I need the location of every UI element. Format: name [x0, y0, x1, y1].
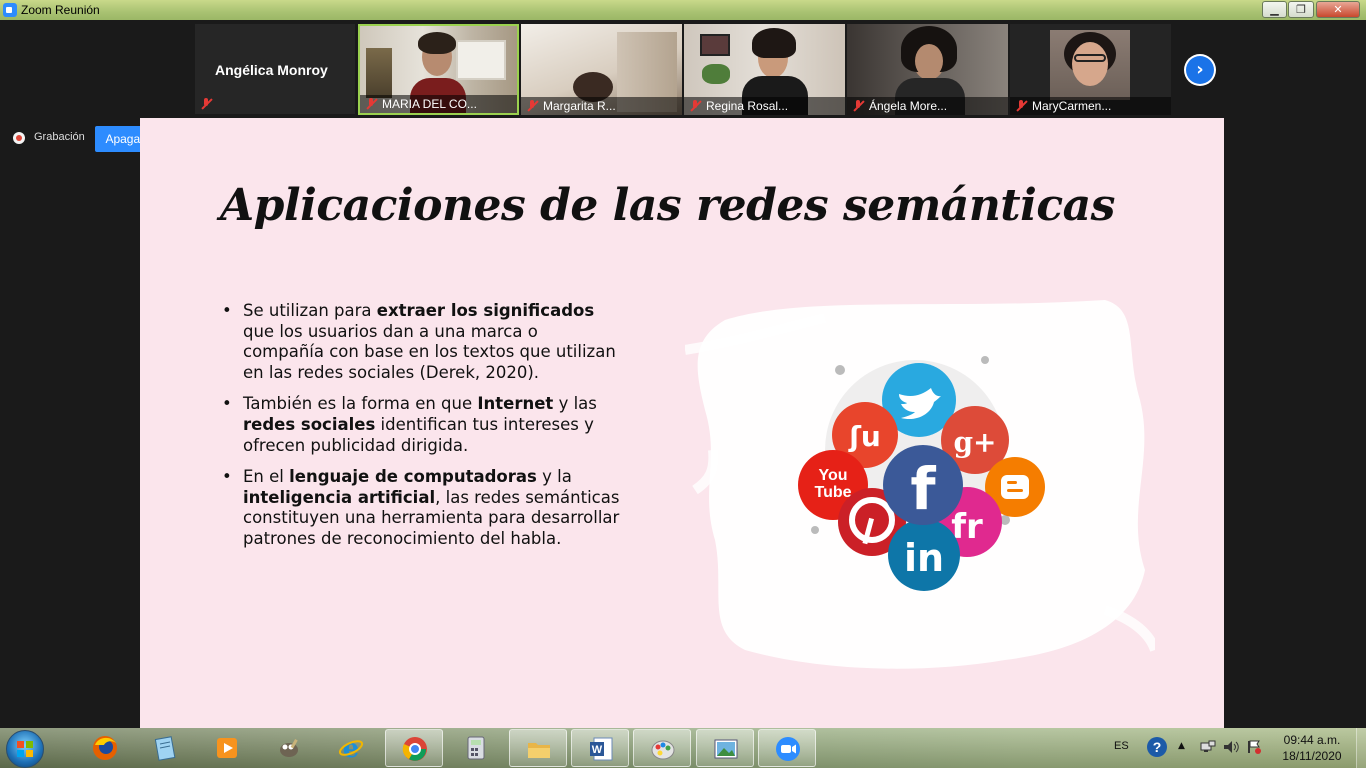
bullet-text: Se utilizan para: [243, 301, 377, 320]
recording-icon: [13, 132, 25, 144]
recording-label: Grabación: [34, 131, 85, 143]
chrome-icon: [402, 737, 427, 761]
windows-logo-icon: [17, 741, 33, 757]
network-icon[interactable]: [1200, 740, 1216, 754]
svg-text:You: You: [818, 467, 847, 484]
bullet-item: Se utilizan para extraer los significado…: [222, 301, 622, 383]
svg-text:g+: g+: [953, 426, 996, 459]
close-button[interactable]: ✕: [1316, 1, 1360, 18]
bullet-item: También es la forma en que Internet y la…: [222, 394, 622, 456]
taskbar-firefox[interactable]: [76, 729, 134, 767]
file-explorer-icon: [528, 743, 550, 758]
maximize-button[interactable]: ❐: [1288, 1, 1314, 18]
svg-text:ʃu: ʃu: [848, 420, 881, 453]
paint-icon: [651, 740, 675, 760]
language-indicator[interactable]: ES: [1114, 740, 1129, 752]
participant-name: MARIA DEL CO...: [382, 97, 477, 111]
active-speaker-tile[interactable]: Angélica Monroy: [195, 24, 355, 114]
svg-text:Tube: Tube: [814, 484, 851, 501]
taskbar-chrome[interactable]: [385, 729, 443, 767]
participant-tile[interactable]: MaryCarmen...: [1010, 24, 1171, 115]
participant-name: Margarita R...: [543, 99, 616, 113]
taskbar-calculator[interactable]: [447, 729, 505, 767]
window-title: Zoom Reunión: [21, 3, 100, 17]
taskbar-notepad[interactable]: [136, 729, 194, 767]
bullet-item: En el lenguaje de computadoras y la inte…: [222, 467, 622, 549]
firefox-icon: [93, 736, 117, 760]
next-participants-button[interactable]: ›: [1184, 54, 1216, 86]
muted-mic-icon: [852, 100, 864, 112]
media-player-icon: [217, 738, 237, 758]
bullet-bold-text: Internet: [477, 394, 554, 414]
participant-tile[interactable]: Regina Rosal...: [684, 24, 845, 115]
taskbar-gimp[interactable]: [260, 729, 318, 767]
bullet-bold-text: extraer los significados: [376, 301, 595, 320]
participant-name: Regina Rosal...: [706, 99, 789, 113]
svg-text:e: e: [343, 735, 360, 761]
zoom-app-icon: [3, 3, 17, 17]
title-bar: Zoom Reunión ▁ ❐ ✕: [0, 0, 1366, 20]
help-icon[interactable]: ?: [1147, 737, 1167, 757]
zoom-icon: [776, 737, 800, 761]
svg-text:f: f: [910, 455, 936, 523]
gimp-icon: [280, 739, 298, 757]
active-speaker-name: Angélica Monroy: [215, 62, 328, 78]
bullet-text: que los usuarios dan a una marca o compa…: [243, 321, 616, 382]
bullet-text: y la: [536, 467, 572, 487]
bullet-text: y las: [553, 394, 597, 414]
bullet-bold-text: lenguaje de computadoras: [289, 467, 537, 487]
volume-icon[interactable]: [1223, 740, 1239, 754]
taskbar-zoom[interactable]: [758, 729, 816, 767]
start-button[interactable]: [6, 730, 44, 768]
bullet-bold-text: redes sociales: [243, 414, 376, 434]
bullet-text: También es la forma en que: [243, 394, 478, 414]
clock-time[interactable]: 09:44 a.m.: [1272, 733, 1352, 747]
participant-name: MaryCarmen...: [1032, 99, 1112, 113]
notepad-icon: [154, 736, 176, 761]
taskbar-media-player[interactable]: [198, 729, 256, 767]
photo-viewer-icon: [714, 739, 738, 759]
calculator-icon: [467, 736, 485, 760]
show-desktop-button[interactable]: [1356, 728, 1366, 768]
word-icon: W: [590, 737, 613, 761]
muted-mic-icon: [689, 100, 701, 112]
svg-text:in: in: [904, 536, 944, 580]
svg-text:W: W: [592, 744, 603, 756]
taskbar-photo-viewer[interactable]: [696, 729, 754, 767]
muted-mic-icon: [1015, 100, 1027, 112]
muted-mic-icon: [526, 100, 538, 112]
taskbar-internet-explorer[interactable]: e: [322, 729, 380, 767]
minimize-button[interactable]: ▁: [1262, 1, 1287, 18]
participant-tile[interactable]: MARIA DEL CO...: [358, 24, 519, 115]
participant-tile[interactable]: Ángela More...: [847, 24, 1008, 115]
shared-slide: Aplicaciones de las redes semánticas Se …: [140, 118, 1224, 728]
muted-mic-icon: [200, 98, 212, 110]
bullet-text: En el: [243, 467, 290, 487]
participant-tile[interactable]: Margarita R...: [521, 24, 682, 115]
meeting-area: Angélica Monroy MARIA DEL CO... Margarit…: [0, 20, 1366, 728]
bullet-list: Se utilizan para extraer los significado…: [222, 301, 622, 561]
taskbar-paint[interactable]: [633, 729, 691, 767]
participant-name: Ángela More...: [869, 99, 948, 113]
internet-explorer-icon: e: [338, 735, 364, 761]
slide-title: Aplicaciones de las redes semánticas: [220, 180, 1115, 231]
chevron-right-icon: ›: [1186, 56, 1214, 84]
tray-expand-icon[interactable]: ▲: [1178, 741, 1185, 751]
taskbar-file-explorer[interactable]: [509, 729, 567, 767]
bullet-bold-text: inteligencia artificial: [243, 487, 436, 507]
taskbar-word[interactable]: W: [571, 729, 629, 767]
taskbar: e W ES ? ▲ 09:44 a.m. 18/11/2020: [0, 728, 1366, 768]
muted-mic-icon: [365, 98, 377, 110]
social-media-illustration: ʃu g+ You Tube fr in f: [685, 300, 1155, 669]
clock-date[interactable]: 18/11/2020: [1272, 749, 1352, 763]
action-center-flag-icon[interactable]: [1246, 740, 1262, 754]
